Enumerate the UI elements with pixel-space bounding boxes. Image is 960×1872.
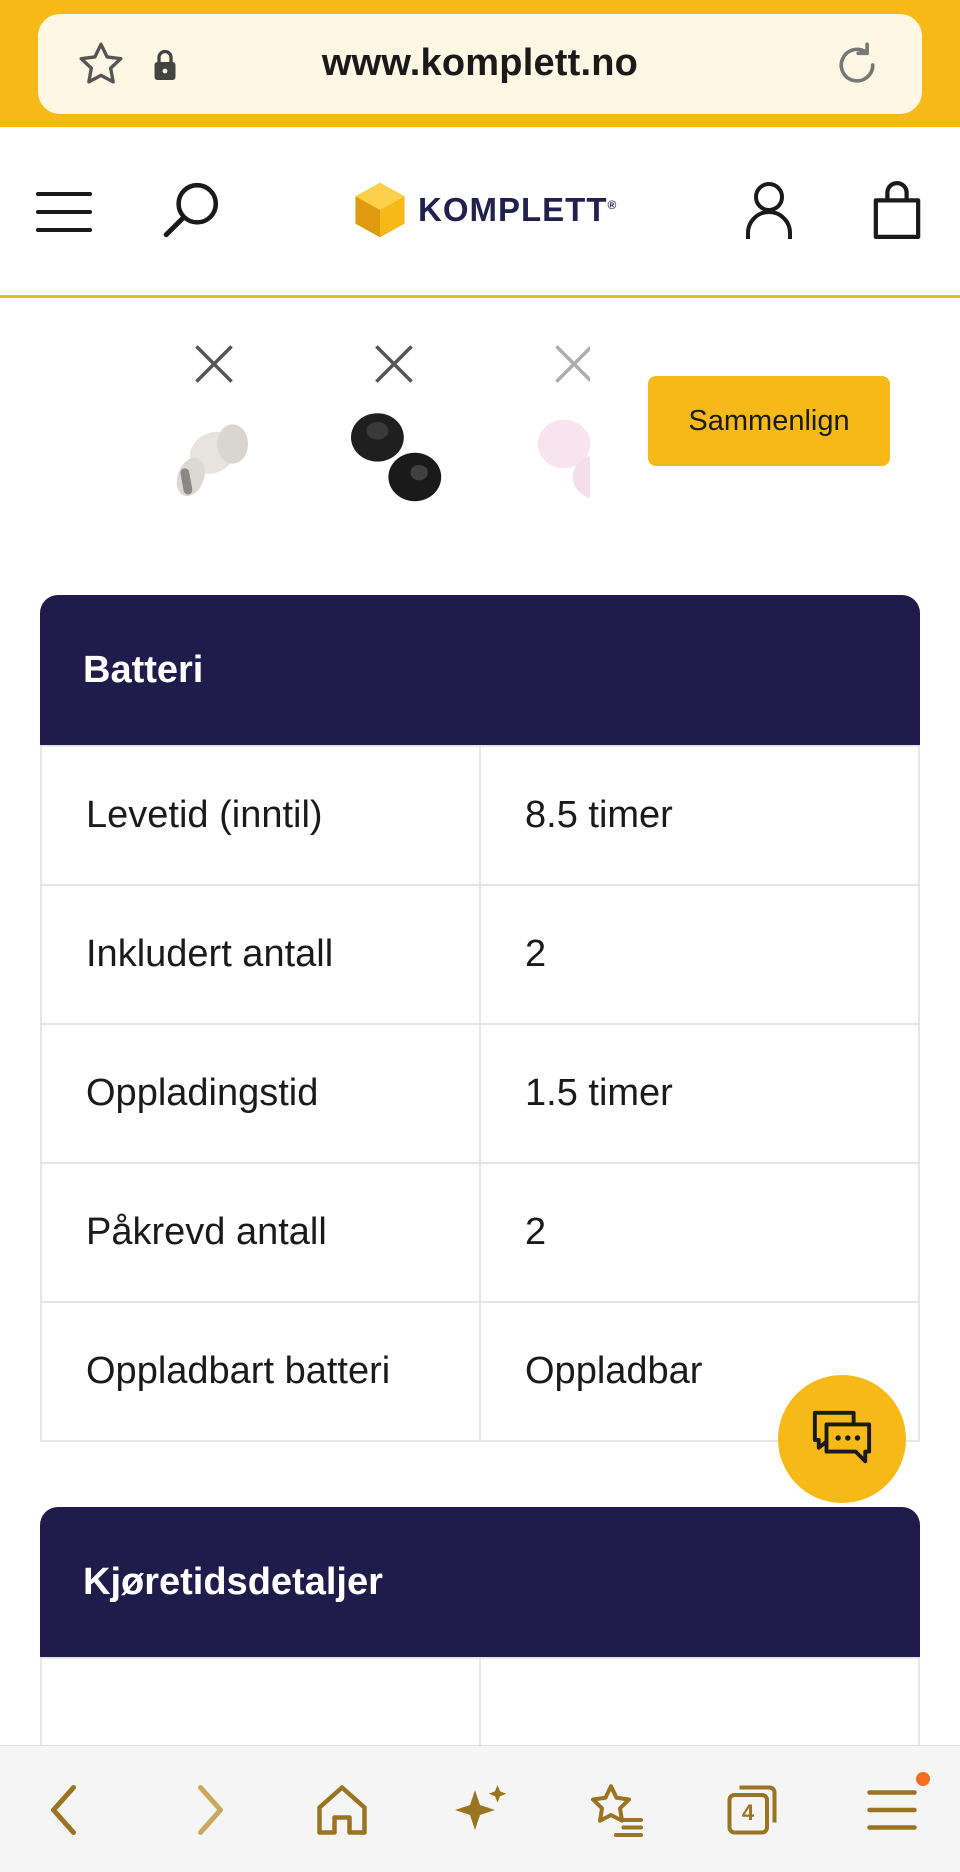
compare-button[interactable]: Sammenlign <box>648 376 890 466</box>
komplett-logo[interactable]: KOMPLETT® <box>352 177 617 243</box>
notification-dot <box>916 1772 930 1786</box>
forward-icon[interactable] <box>178 1780 238 1840</box>
tab-count: 4 <box>741 1800 755 1825</box>
url-text[interactable]: www.komplett.no <box>38 42 922 85</box>
search-icon[interactable] <box>160 179 222 241</box>
spec-label: Levetid (inntil) <box>40 745 481 886</box>
close-icon[interactable] <box>192 342 236 386</box>
browser-bottom-bar: 4 <box>0 1745 960 1872</box>
hamburger-menu-icon[interactable] <box>36 187 92 237</box>
table-row: Levetid (inntil) 8.5 timer <box>40 745 920 886</box>
spec-value: 8.5 timer <box>479 745 920 886</box>
sparkle-icon[interactable] <box>450 1780 510 1840</box>
address-bar[interactable]: www.komplett.no <box>38 14 922 114</box>
close-icon[interactable] <box>552 342 590 386</box>
compare-product-3 <box>510 342 590 522</box>
close-icon[interactable] <box>372 342 416 386</box>
section-title: Batteri <box>40 595 920 745</box>
spec-label: Inkludert antall <box>40 884 481 1025</box>
reload-icon[interactable] <box>830 38 884 92</box>
table-row: Påkrevd antall 2 <box>40 1162 920 1303</box>
spec-value: 2 <box>479 1162 920 1303</box>
chat-icon <box>812 1410 872 1464</box>
user-account-icon[interactable] <box>744 181 794 241</box>
bookmarks-icon[interactable] <box>586 1780 646 1840</box>
browser-toolbar: www.komplett.no <box>0 0 960 127</box>
spec-label: Oppladbart batteri <box>40 1301 481 1442</box>
spec-label: Oppladingstid <box>40 1023 481 1164</box>
site-header: KOMPLETT® <box>0 127 960 298</box>
tabs-button[interactable]: 4 <box>722 1780 782 1840</box>
home-icon[interactable] <box>312 1780 372 1840</box>
logo-mark-icon <box>355 182 405 238</box>
spec-value: 2 <box>479 884 920 1025</box>
compare-product-2 <box>330 342 460 522</box>
spec-label: Påkrevd antall <box>40 1162 481 1303</box>
table-row: Inkludert antall 2 <box>40 884 920 1025</box>
back-icon[interactable] <box>36 1780 96 1840</box>
spec-value: 1.5 timer <box>479 1023 920 1164</box>
logo-wordmark: KOMPLETT® <box>418 191 618 228</box>
earbuds-pink-image <box>537 419 590 499</box>
earbuds-black-image <box>351 413 442 502</box>
compare-product-1 <box>150 342 280 522</box>
compare-bar: Sammenlign <box>0 300 960 520</box>
shopping-bag-icon[interactable] <box>872 179 922 241</box>
menu-icon[interactable] <box>862 1780 922 1840</box>
spec-section-battery: Batteri Levetid (inntil) 8.5 timer Inklu… <box>40 595 920 1442</box>
section-title: Kjøretidsdetaljer <box>40 1507 920 1657</box>
spec-table: Levetid (inntil) 8.5 timer Inkludert ant… <box>40 745 920 1442</box>
chat-button[interactable] <box>778 1375 906 1503</box>
table-row: Oppladingstid 1.5 timer <box>40 1023 920 1164</box>
earbuds-white-image <box>176 424 248 497</box>
